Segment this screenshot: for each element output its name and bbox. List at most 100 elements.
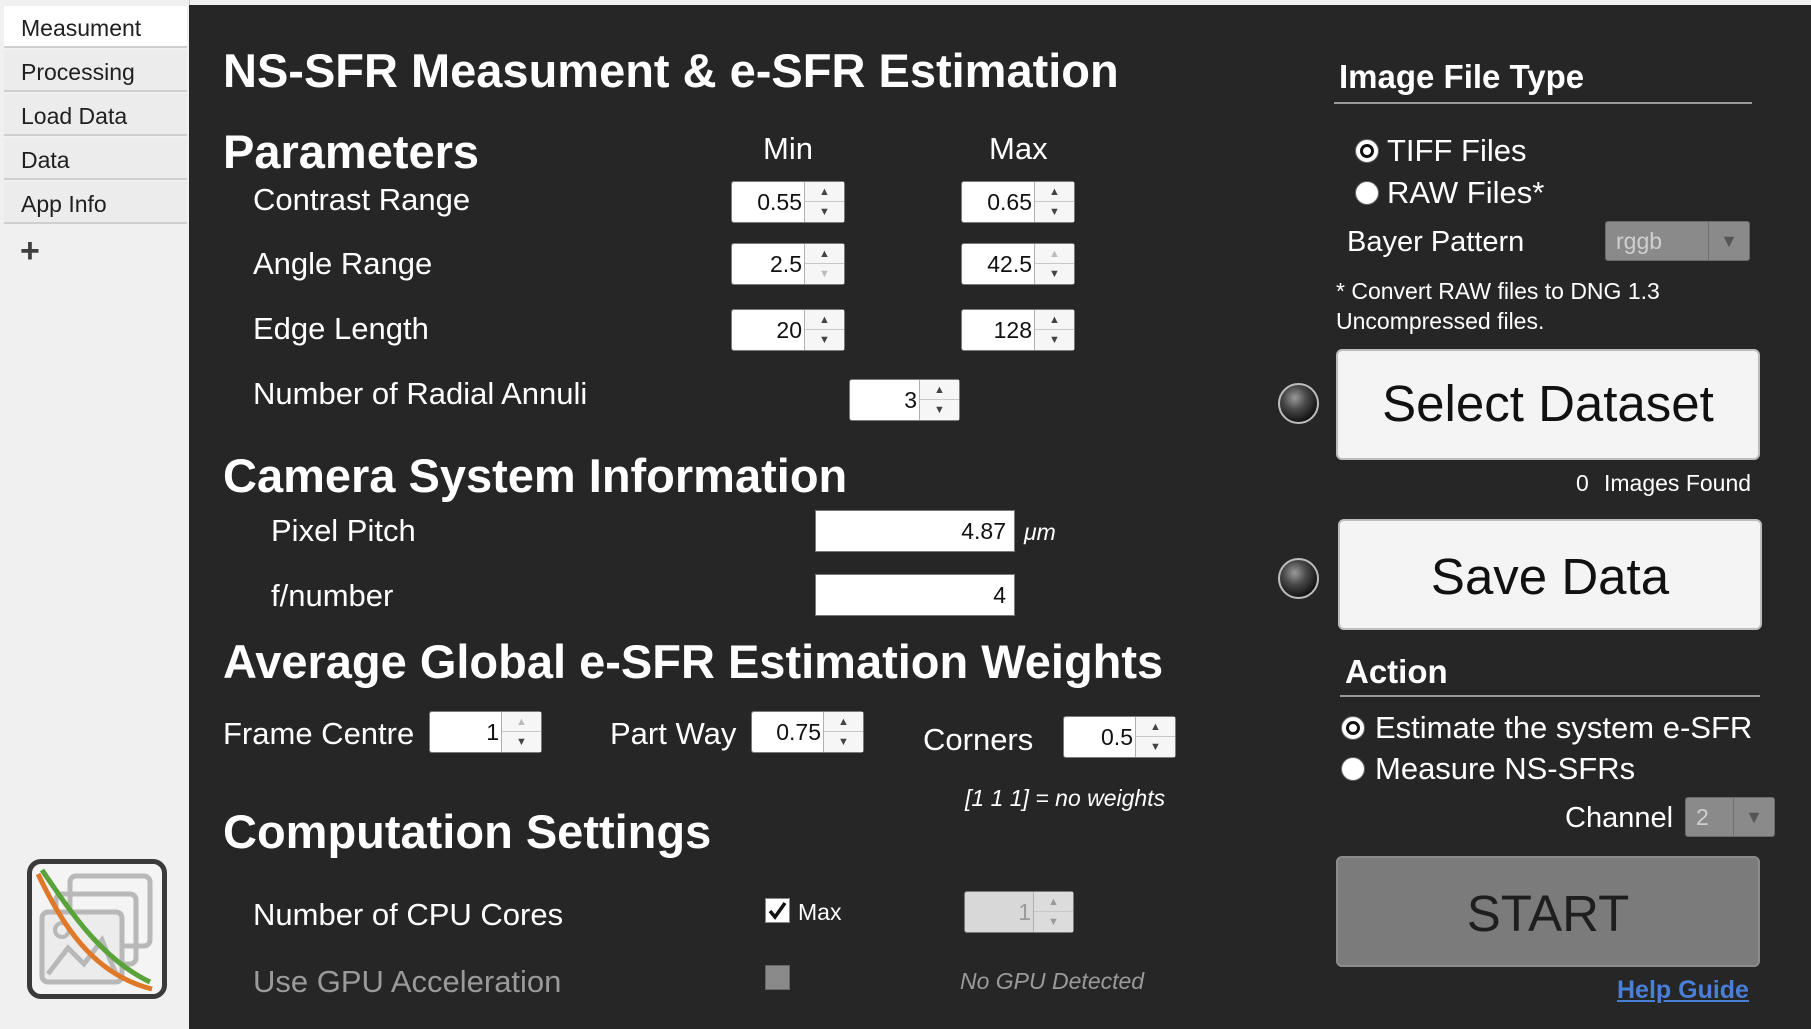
- arrow-down-icon[interactable]: ▼: [1035, 330, 1074, 350]
- dataset-status-lamp: [1278, 383, 1319, 424]
- channel-label: Channel: [1565, 802, 1674, 834]
- tab-app-info[interactable]: App Info: [4, 182, 187, 224]
- computation-heading: Computation Settings: [223, 805, 712, 858]
- arrow-up-icon[interactable]: ▲: [920, 380, 959, 400]
- estimate-esfr-radio[interactable]: [1341, 716, 1365, 740]
- arrow-down-icon[interactable]: ▼: [920, 400, 959, 420]
- arrow-down-icon[interactable]: ▼: [805, 330, 844, 350]
- arrow-up-icon[interactable]: ▲: [824, 712, 863, 732]
- gpu-status: No GPU Detected: [960, 968, 1145, 994]
- button-label: Select Dataset: [1382, 375, 1714, 432]
- corners-label: Corners: [923, 722, 1034, 757]
- cpu-cores-spinner: 1 ▲ ▼: [964, 891, 1074, 933]
- tab-load-data[interactable]: Load Data: [4, 94, 187, 136]
- edge-min-spinner[interactable]: 20 ▲ ▼: [731, 309, 845, 351]
- select-dataset-button[interactable]: Select Dataset: [1336, 349, 1760, 460]
- tab-label: App Info: [21, 191, 107, 217]
- images-found-count: 0: [1576, 470, 1589, 496]
- raw-note-line1: * Convert RAW files to DNG 1.3: [1336, 278, 1660, 304]
- arrow-up-icon[interactable]: ▲: [805, 310, 844, 330]
- spinner-value: 0.65: [987, 189, 1032, 215]
- start-button[interactable]: START: [1336, 856, 1760, 967]
- measure-nssfr-radio[interactable]: [1341, 757, 1365, 781]
- edge-max-spinner[interactable]: 128 ▲ ▼: [961, 309, 1075, 351]
- part-way-spinner[interactable]: 0.75 ▲ ▼: [751, 711, 864, 753]
- fnumber-input[interactable]: 4: [815, 574, 1015, 616]
- pixel-pitch-label: Pixel Pitch: [271, 513, 416, 548]
- arrow-down-icon[interactable]: ▼: [1035, 202, 1074, 222]
- dropdown-value: 2: [1696, 804, 1709, 830]
- cpu-cores-label: Number of CPU Cores: [253, 897, 564, 932]
- pixel-pitch-input[interactable]: 4.87: [815, 510, 1015, 552]
- tab-data[interactable]: Data: [4, 138, 187, 180]
- file-type-heading: Image File Type: [1339, 58, 1585, 95]
- spinner-value: 20: [776, 317, 802, 343]
- field-value: 4: [993, 582, 1006, 608]
- save-data-button[interactable]: Save Data: [1338, 519, 1762, 630]
- arrow-down-icon[interactable]: ▼: [1035, 264, 1074, 284]
- gpu-label: Use GPU Acceleration: [253, 964, 562, 999]
- fnumber-label: f/number: [271, 578, 394, 613]
- contrast-max-spinner[interactable]: 0.65 ▲ ▼: [961, 181, 1075, 223]
- action-heading: Action: [1345, 653, 1448, 690]
- angle-min-spinner[interactable]: 2.5 ▲ ▼: [731, 243, 845, 285]
- arrow-down-icon[interactable]: ▼: [805, 202, 844, 222]
- tiff-radio[interactable]: [1355, 139, 1379, 163]
- arrow-up-icon[interactable]: ▲: [1035, 310, 1074, 330]
- tiff-label: TIFF Files: [1387, 133, 1527, 168]
- arrow-down-icon[interactable]: ▼: [502, 732, 541, 752]
- help-guide-link[interactable]: Help Guide: [1617, 976, 1749, 1005]
- cpu-max-label: Max: [798, 899, 842, 925]
- arrow-down-icon[interactable]: ▼: [824, 732, 863, 752]
- bayer-pattern-dropdown: rggb ▼: [1605, 221, 1750, 261]
- add-tab-icon[interactable]: +: [20, 234, 40, 268]
- checkmark-icon: [768, 901, 787, 920]
- button-label: START: [1466, 885, 1630, 942]
- gpu-checkbox: [765, 965, 790, 990]
- spinner-value: 0.5: [1101, 724, 1133, 750]
- arrow-up-icon[interactable]: ▲: [1136, 717, 1175, 737]
- chevron-down-icon: ▼: [1708, 222, 1749, 260]
- file-type-divider: [1334, 102, 1752, 104]
- weights-heading: Average Global e-SFR Estimation Weights: [223, 635, 1164, 688]
- radial-annuli-spinner[interactable]: 3 ▲ ▼: [849, 379, 960, 421]
- app-logo-icon: [27, 859, 167, 999]
- field-value: 4.87: [961, 518, 1006, 544]
- frame-centre-spinner[interactable]: 1 ▲ ▼: [429, 711, 542, 753]
- action-divider: [1340, 695, 1760, 697]
- arrow-up-icon[interactable]: ▲: [1035, 182, 1074, 202]
- arrow-up-icon[interactable]: ▲: [805, 182, 844, 202]
- parameters-heading: Parameters: [223, 125, 480, 178]
- radial-annuli-label: Number of Radial Annuli: [253, 376, 588, 411]
- tab-label: Load Data: [21, 103, 128, 129]
- arrow-down-icon[interactable]: ▼: [805, 264, 844, 284]
- raw-radio[interactable]: [1355, 181, 1379, 205]
- spinner-value: 0.55: [757, 189, 802, 215]
- arrow-up-icon[interactable]: ▲: [1035, 244, 1074, 264]
- contrast-min-spinner[interactable]: 0.55 ▲ ▼: [731, 181, 845, 223]
- tab-processing[interactable]: Processing: [4, 50, 187, 92]
- tab-label: Processing: [21, 59, 135, 85]
- contrast-range-label: Contrast Range: [253, 182, 471, 217]
- spinner-value: 2.5: [770, 251, 802, 277]
- arrow-up-icon[interactable]: ▲: [502, 712, 541, 732]
- tab-measument[interactable]: Measument: [4, 6, 187, 48]
- corners-spinner[interactable]: 0.5 ▲ ▼: [1063, 716, 1176, 758]
- weights-note: [1 1 1] = no weights: [965, 785, 1166, 811]
- edge-length-label: Edge Length: [253, 311, 429, 346]
- measure-nssfr-label: Measure NS-SFRs: [1375, 751, 1636, 786]
- pixel-pitch-unit: μm: [1024, 519, 1056, 545]
- chevron-down-icon: ▼: [1733, 798, 1774, 836]
- main-panel: NS-SFR Measument & e-SFR Estimation Para…: [189, 5, 1811, 1029]
- camera-heading: Camera System Information: [223, 449, 848, 502]
- cpu-max-checkbox[interactable]: [765, 898, 790, 923]
- dropdown-value: rggb: [1616, 228, 1663, 254]
- spinner-value: 42.5: [987, 251, 1032, 277]
- frame-centre-label: Frame Centre: [223, 716, 415, 751]
- angle-max-spinner[interactable]: 42.5 ▲ ▼: [961, 243, 1075, 285]
- spinner-value: 128: [993, 317, 1032, 343]
- max-column-label: Max: [989, 131, 1048, 166]
- arrow-up-icon[interactable]: ▲: [805, 244, 844, 264]
- arrow-down-icon[interactable]: ▼: [1136, 737, 1175, 757]
- min-column-label: Min: [763, 131, 813, 166]
